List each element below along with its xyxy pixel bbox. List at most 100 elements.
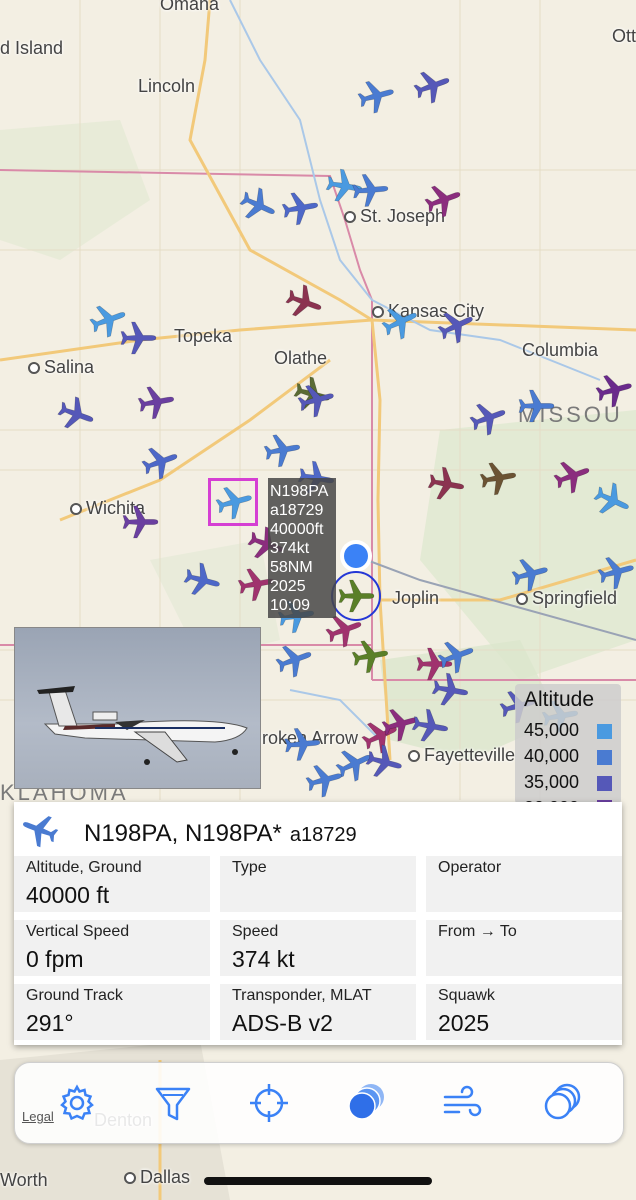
cell-label: Type xyxy=(232,859,267,876)
city-name: Dallas xyxy=(140,1167,191,1187)
city-dot-icon xyxy=(344,211,356,224)
cell-value: 40000 ft xyxy=(26,882,110,908)
tooltip-line: 374kt xyxy=(270,540,310,557)
aircraft-marker-icon[interactable] xyxy=(118,318,158,358)
aircraft-marker-icon[interactable] xyxy=(552,456,592,496)
city-label: Salina xyxy=(28,357,94,378)
aircraft-marker-icon[interactable] xyxy=(596,552,636,592)
altitude-legend[interactable]: Altitude 45,000 40,000 35,000 30,000 xyxy=(515,684,621,804)
aircraft-marker-icon[interactable] xyxy=(410,706,450,746)
aircraft-marker-icon[interactable] xyxy=(136,382,176,422)
city-name: Joplin xyxy=(392,588,440,608)
aircraft-marker-icon[interactable] xyxy=(426,464,466,504)
transponder-cell: Transponder, MLAT ADS-B v2 xyxy=(220,984,416,1040)
city-label: Dallas xyxy=(124,1167,190,1188)
aircraft-marker-icon[interactable] xyxy=(436,306,476,346)
city-label: d Island xyxy=(0,38,63,59)
aircraft-marker-icon[interactable] xyxy=(592,480,632,520)
vertical-speed-cell: Vertical Speed 0 fpm xyxy=(14,920,210,976)
city-name: Lincoln xyxy=(138,76,196,96)
bottom-toolbar xyxy=(14,1062,624,1144)
aircraft-info-panel[interactable]: N198PA, N198PA* a18729 Altitude, Ground 40… xyxy=(14,802,622,1045)
ground-track-cell: Ground Track 291° xyxy=(14,984,210,1040)
hex-code: a18729 xyxy=(289,824,357,846)
aircraft-marker-icon[interactable] xyxy=(350,636,390,676)
city-name: Topeka xyxy=(174,326,233,346)
aircraft-marker-icon[interactable] xyxy=(412,66,452,106)
aircraft-marker-icon[interactable] xyxy=(380,302,420,342)
aircraft-photo[interactable] xyxy=(14,627,261,789)
city-label: Omaha xyxy=(160,0,219,15)
route-cell: From → To xyxy=(426,920,622,976)
aircraft-marker-icon[interactable] xyxy=(274,640,314,680)
aircraft-marker-icon[interactable] xyxy=(356,76,396,116)
legend-row-label: 45,000 xyxy=(524,720,580,740)
legend-title: Altitude xyxy=(524,688,595,711)
city-label: Olathe xyxy=(274,348,327,369)
legend-swatch xyxy=(597,776,612,791)
cell-value: 374 kt xyxy=(232,946,295,972)
tooltip-line: 40000ft xyxy=(270,521,324,538)
home-indicator[interactable] xyxy=(204,1177,432,1185)
city-dot-icon xyxy=(70,503,82,516)
aircraft-marker-icon[interactable] xyxy=(423,180,463,220)
cell-value: 0 fpm xyxy=(26,946,84,972)
aircraft-tooltip: N198PA a18729 40000ft 374kt 58NM 2025 10… xyxy=(268,478,336,618)
aircraft-marker-icon[interactable] xyxy=(510,554,550,594)
tooltip-line: a18729 xyxy=(270,502,324,519)
tooltip-line: 58NM xyxy=(270,559,313,576)
selected-aircraft-box[interactable] xyxy=(208,478,258,526)
aircraft-marker-icon[interactable] xyxy=(182,560,222,600)
layers-outline-icon[interactable] xyxy=(539,1081,583,1125)
aircraft-marker-icon[interactable] xyxy=(350,170,390,210)
aircraft-marker-icon[interactable] xyxy=(468,398,508,438)
cell-value: 2025 xyxy=(438,1010,490,1036)
city-name: Fayetteville xyxy=(424,745,516,765)
speed-cell: Speed 374 kt xyxy=(220,920,416,976)
city-name: Worth xyxy=(0,1170,48,1190)
crosshair-locate-icon[interactable] xyxy=(247,1081,291,1125)
legend-row-label: 40,000 xyxy=(524,746,580,766)
legend-swatch xyxy=(597,724,612,739)
aircraft-marker-icon[interactable] xyxy=(120,502,160,542)
cell-value: 291° xyxy=(26,1010,74,1036)
altitude-cell: Altitude, Ground 40000 ft xyxy=(14,856,210,912)
airplane-icon xyxy=(20,810,60,850)
aircraft-marker-icon[interactable] xyxy=(364,742,404,782)
aircraft-marker-icon[interactable] xyxy=(296,380,336,420)
city-dot-icon xyxy=(516,593,528,606)
callsign-text: N198PA, N198PA* xyxy=(84,820,282,847)
legal-link[interactable]: Legal xyxy=(22,1109,54,1124)
aircraft-marker-icon[interactable] xyxy=(56,394,96,434)
city-label: Columbia xyxy=(522,340,598,361)
aircraft-marker-icon[interactable] xyxy=(284,282,324,322)
city-name: Columbia xyxy=(522,340,599,360)
city-name: Omaha xyxy=(160,0,220,14)
tooltip-line: 2025 xyxy=(270,578,306,595)
city-dot-icon xyxy=(28,362,40,375)
city-dot-icon xyxy=(408,750,420,763)
tooltip-line: 10:09 xyxy=(270,597,311,614)
filter-icon[interactable] xyxy=(151,1081,195,1125)
jet-image xyxy=(37,686,248,765)
aircraft-marker-icon[interactable] xyxy=(594,370,634,410)
aircraft-marker-icon[interactable] xyxy=(282,724,322,764)
aircraft-marker-icon[interactable] xyxy=(430,670,470,710)
aircraft-marker-icon[interactable] xyxy=(280,188,320,228)
cell-label: Transponder, MLAT xyxy=(232,987,372,1004)
aircraft-marker-icon[interactable] xyxy=(304,760,344,800)
aircraft-callsign: N198PA, N198PA* a18729 xyxy=(84,820,357,848)
cell-label: Altitude, Ground xyxy=(26,859,142,876)
wind-icon[interactable] xyxy=(441,1081,485,1125)
aircraft-marker-icon[interactable] xyxy=(478,458,518,498)
city-label: Worth xyxy=(0,1170,48,1191)
aircraft-marker-icon[interactable] xyxy=(140,442,180,482)
layers-filled-icon[interactable] xyxy=(343,1081,387,1125)
aircraft-marker-icon[interactable] xyxy=(516,386,556,426)
aircraft-marker-icon[interactable] xyxy=(238,185,278,225)
tooltip-line: N198PA xyxy=(270,483,329,500)
settings-gear-icon[interactable] xyxy=(55,1081,99,1125)
legend-row-label: 35,000 xyxy=(524,772,580,792)
cell-label: Ground Track xyxy=(26,987,123,1004)
type-cell: Type xyxy=(220,856,416,912)
